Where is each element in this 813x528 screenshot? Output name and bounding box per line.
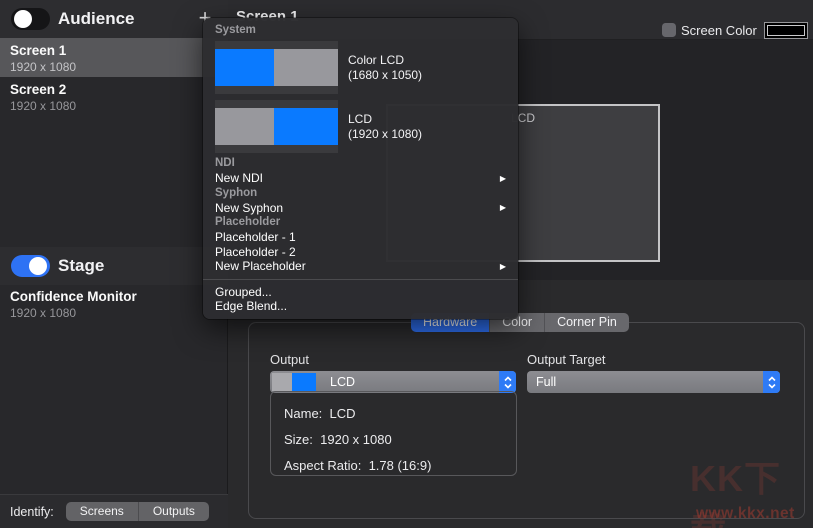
menu-item-new-syphon[interactable]: New Syphon ▶ (203, 201, 518, 216)
identify-bar: Identify: Screens Outputs (0, 494, 228, 528)
menu-separator (203, 279, 518, 280)
identify-outputs-button[interactable]: Outputs (138, 502, 209, 521)
output-label: Output (270, 352, 309, 367)
audience-section-header: Audience + (0, 0, 228, 38)
stage-toggle-knob (29, 257, 47, 275)
screen-row-confidence-monitor[interactable]: Confidence Monitor 1920 x 1080 (0, 284, 228, 323)
audience-toggle-knob (14, 10, 32, 28)
output-target-dropdown[interactable]: Full (527, 371, 780, 393)
display-info-box: Name: LCD Size: 1920 x 1080 Aspect Ratio… (270, 391, 517, 476)
stage-section-title: Stage (58, 256, 104, 276)
output-display-thumbnail (272, 373, 316, 391)
audience-toggle[interactable] (11, 8, 50, 30)
add-screen-dropdown-menu: System Color LCD (1680 x 1050) LCD (1920… (203, 18, 518, 319)
screen-color-label: Screen Color (681, 23, 757, 38)
menu-ndi-header: NDI (203, 156, 518, 171)
stage-section-header: Stage + (0, 247, 228, 285)
output-dropdown[interactable]: LCD (270, 371, 516, 393)
menu-item-placeholder-2[interactable]: Placeholder - 2 (203, 245, 518, 260)
menu-item-new-ndi[interactable]: New NDI ▶ (203, 171, 518, 186)
output-target-value: Full (536, 375, 556, 389)
info-name: Name: LCD (284, 401, 503, 427)
submenu-arrow-icon: ▶ (500, 203, 506, 212)
menu-item-new-placeholder[interactable]: New Placeholder ▶ (203, 259, 518, 274)
identify-button-group: Screens Outputs (66, 502, 209, 521)
submenu-arrow-icon: ▶ (500, 174, 506, 183)
tab-corner-pin[interactable]: Corner Pin (544, 313, 629, 332)
menu-placeholder-header: Placeholder (203, 215, 518, 230)
screen-row-screen-1[interactable]: Screen 1 1920 x 1080 (0, 38, 228, 77)
screen-configuration-window: Screen 1 Screen Color LCD Hardware Color… (0, 0, 813, 528)
output-target-stepper-icon (763, 371, 780, 393)
screen-color-well[interactable] (764, 22, 808, 39)
output-value: LCD (330, 375, 355, 389)
menu-item-placeholder-1[interactable]: Placeholder - 1 (203, 230, 518, 245)
lcd-arrangement-icon (215, 100, 338, 153)
menu-syphon-header: Syphon (203, 186, 518, 201)
submenu-arrow-icon: ▶ (500, 262, 506, 271)
audience-section-title: Audience (58, 9, 135, 29)
stage-toggle[interactable] (11, 255, 50, 277)
screens-sidebar: Audience + Screen 1 1920 x 1080 Screen 2… (0, 0, 228, 528)
menu-item-edge-blend[interactable]: Edge Blend... (203, 299, 518, 314)
menu-system-header: System (203, 23, 518, 38)
menu-item-grouped[interactable]: Grouped... (203, 285, 518, 300)
identify-label: Identify: (10, 505, 54, 519)
identify-screens-button[interactable]: Screens (66, 502, 138, 521)
output-target-label: Output Target (527, 352, 606, 367)
color-lcd-arrangement-icon (215, 41, 338, 94)
info-size: Size: 1920 x 1080 (284, 427, 503, 453)
screen-color-checkbox[interactable] (662, 23, 676, 37)
output-dropdown-stepper-icon (499, 371, 516, 393)
menu-item-color-lcd[interactable]: Color LCD (1680 x 1050) (203, 38, 518, 97)
menu-item-lcd[interactable]: LCD (1920 x 1080) (203, 97, 518, 156)
screen-row-screen-2[interactable]: Screen 2 1920 x 1080 (0, 77, 228, 116)
info-aspect-ratio: Aspect Ratio: 1.78 (16:9) (284, 453, 503, 479)
